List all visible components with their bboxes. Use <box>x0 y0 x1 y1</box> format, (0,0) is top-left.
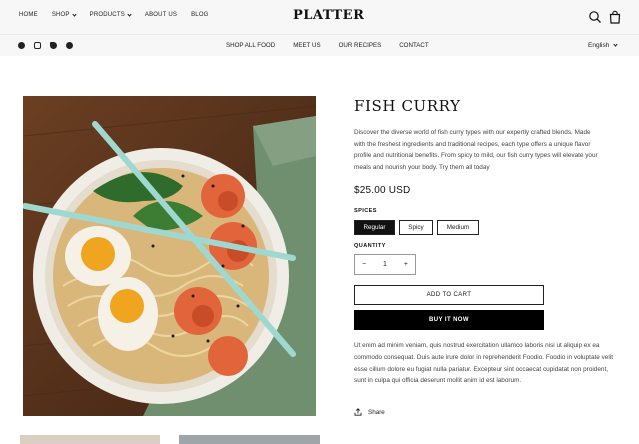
nav-label: SHOP <box>51 12 70 18</box>
quantity-value[interactable]: 1 <box>383 261 387 268</box>
nav-item-products[interactable]: PRODUCTS <box>89 11 132 18</box>
quantity-increase-button[interactable]: + <box>404 261 408 268</box>
nav-item-about-us[interactable]: ABOUT US <box>145 12 177 18</box>
share-label: Share <box>368 408 385 416</box>
pinterest-icon[interactable] <box>66 42 73 49</box>
product-price: $25.00 USD <box>354 185 411 196</box>
shopping-bag-icon[interactable] <box>608 10 622 24</box>
social-links <box>18 42 73 49</box>
nav-item-our-recipes[interactable]: OUR RECIPES <box>339 42 382 49</box>
quantity-stepper: − 1 + <box>354 254 416 275</box>
buy-now-button[interactable]: BUY IT NOW <box>354 310 544 330</box>
share-button[interactable]: Share <box>354 408 385 416</box>
language-label: English <box>588 42 610 49</box>
nav-item-home[interactable]: HOME <box>19 12 38 18</box>
quantity-decrease-button[interactable]: − <box>362 261 366 268</box>
search-icon[interactable] <box>588 10 602 24</box>
nav-item-contact[interactable]: CONTACT <box>399 42 428 49</box>
chevron-down-icon <box>613 42 618 47</box>
chevron-down-icon <box>72 11 77 17</box>
nav-label: BLOG <box>191 12 209 18</box>
nav-label: HOME <box>19 12 38 18</box>
main-nav: HOME SHOP PRODUCTS ABOUT US BLOG <box>19 11 223 18</box>
nav-item-shop-all-food[interactable]: SHOP ALL FOOD <box>226 42 275 49</box>
quantity-label: QUANTITY <box>354 243 386 249</box>
language-selector[interactable]: English <box>588 42 618 49</box>
product-description: Discover the diverse world of fish curry… <box>354 129 598 171</box>
add-to-cart-button[interactable]: ADD TO CART <box>354 285 544 305</box>
nav-item-meet-us[interactable]: MEET US <box>293 42 320 49</box>
product-image[interactable] <box>23 96 316 416</box>
product-title: FISH CURRY <box>354 97 461 115</box>
spice-option-regular[interactable]: Regular <box>354 220 395 235</box>
chevron-down-icon <box>127 11 132 17</box>
spices-label: SPICES <box>354 208 377 214</box>
secondary-nav: SHOP ALL FOOD MEET US OUR RECIPES CONTAC… <box>226 42 447 49</box>
product-thumbnail[interactable] <box>179 435 320 444</box>
spice-options: Regular Spicy Medium <box>354 220 479 235</box>
share-icon <box>354 408 362 416</box>
spice-option-medium[interactable]: Medium <box>437 220 479 235</box>
logo-text: PLATTER <box>293 8 365 23</box>
nav-item-blog[interactable]: BLOG <box>191 12 208 18</box>
product-body-text: Ut enim ad minim veniam, quis nostrud ex… <box>354 342 613 385</box>
product-thumbnail[interactable] <box>20 435 160 444</box>
nav-item-shop[interactable]: SHOP <box>51 11 77 18</box>
nav-label: PRODUCTS <box>89 12 125 18</box>
facebook-icon[interactable] <box>18 42 25 49</box>
instagram-icon[interactable] <box>34 42 41 49</box>
secondary-nav-bar: SHOP ALL FOOD MEET US OUR RECIPES CONTAC… <box>0 34 639 56</box>
header: HOME SHOP PRODUCTS ABOUT US BLOG PLATTER <box>0 0 639 34</box>
spice-option-spicy[interactable]: Spicy <box>399 220 433 235</box>
ramen-bowl-illustration <box>23 96 316 416</box>
nav-label: ABOUT US <box>144 12 178 18</box>
site-logo[interactable]: PLATTER <box>293 8 364 23</box>
twitter-icon[interactable] <box>50 42 57 49</box>
